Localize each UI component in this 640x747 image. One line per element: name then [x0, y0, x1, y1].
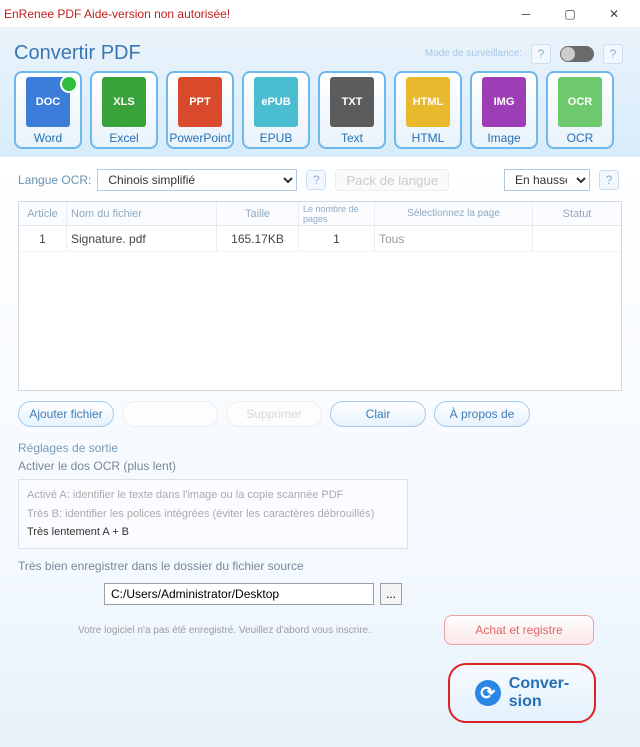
browse-button[interactable]: ... [380, 583, 402, 605]
main-panel: Langue OCR: Chinois simplifié ? Pack de … [0, 157, 640, 747]
table-header: Article Nom du fichier Taille Le nombre … [19, 202, 621, 226]
format-excel[interactable]: XLSExcel [90, 71, 158, 149]
format-list: DOCWord XLSExcel PPTPowerPoint ePUBEPUB … [14, 71, 626, 149]
ocr-option-b[interactable]: Très B: identifier les polices intégrées… [27, 505, 399, 524]
close-button[interactable]: ✕ [592, 0, 636, 28]
format-epub[interactable]: ePUBEPUB [242, 71, 310, 149]
button-2[interactable] [122, 401, 218, 427]
table-row[interactable]: 1 Signature. pdf 165.17KB 1 Tous [19, 226, 621, 252]
img-icon: IMG [482, 77, 526, 127]
help-icon-4[interactable]: ? [599, 170, 619, 190]
about-button[interactable]: À propos de [434, 401, 530, 427]
maximize-button[interactable]: ▢ [548, 0, 592, 28]
ocr-option-ab[interactable]: Très lentement A + B [27, 523, 399, 542]
header: Convertir PDF Mode de surveillance: ? ? … [0, 28, 640, 157]
language-pack-button[interactable]: Pack de langue [335, 169, 449, 191]
doc-icon: DOC [26, 77, 70, 127]
format-word[interactable]: DOCWord [14, 71, 82, 149]
ocr-icon: OCR [558, 77, 602, 127]
window-title: EnRenee PDF Aide-version non autorisée! [4, 7, 504, 21]
titlebar: EnRenee PDF Aide-version non autorisée! … [0, 0, 640, 28]
convert-button[interactable]: ⟳ Conver-sion [448, 663, 596, 723]
ocr-language-label: Langue OCR: [18, 173, 91, 187]
buy-register-button[interactable]: Achat et registre [444, 615, 594, 645]
convert-icon: ⟳ [475, 680, 501, 706]
enable-ocr-label: Activer le dos OCR (plus lent) [18, 459, 622, 473]
add-file-button[interactable]: Ajouter fichier [18, 401, 114, 427]
format-text[interactable]: TXTText [318, 71, 386, 149]
col-article: Article [19, 202, 67, 225]
format-ocr[interactable]: OCROCR [546, 71, 614, 149]
col-pages: Le nombre de pages [299, 202, 375, 225]
clear-button[interactable]: Clair [330, 401, 426, 427]
ocr-option-a[interactable]: Activé A: identifier le texte dans l'ima… [27, 486, 399, 505]
output-path-input[interactable] [104, 583, 374, 605]
col-status: Statut [533, 202, 621, 225]
minimize-button[interactable]: ─ [504, 0, 548, 28]
register-notice: Votre logiciel n'a pas été enregistré. V… [78, 625, 371, 636]
help-icon-2[interactable]: ? [603, 44, 623, 64]
xls-icon: XLS [102, 77, 146, 127]
col-select-page: Sélectionnez la page [375, 202, 533, 225]
ppt-icon: PPT [178, 77, 222, 127]
mode-label: Mode de surveillance: [425, 48, 522, 59]
txt-icon: TXT [330, 77, 374, 127]
format-html[interactable]: HTMLHTML [394, 71, 462, 149]
format-image[interactable]: IMGImage [470, 71, 538, 149]
help-icon[interactable]: ? [531, 44, 551, 64]
ocr-options-box: Activé A: identifier le texte dans l'ima… [18, 479, 408, 549]
save-source-label: Très bien enregistrer dans le dossier du… [18, 559, 622, 573]
file-table: Article Nom du fichier Taille Le nombre … [18, 201, 622, 391]
mode-toggle[interactable] [560, 46, 594, 62]
col-size: Taille [217, 202, 299, 225]
output-settings-title: Réglages de sortie [18, 441, 622, 455]
col-filename: Nom du fichier [67, 202, 217, 225]
remove-button[interactable]: Supprimer [226, 401, 322, 427]
direction-select[interactable]: En hausse [504, 169, 590, 191]
page-title: Convertir PDF [14, 42, 425, 65]
html-icon: HTML [406, 77, 450, 127]
format-powerpoint[interactable]: PPTPowerPoint [166, 71, 234, 149]
ocr-language-select[interactable]: Chinois simplifié [97, 169, 297, 191]
epub-icon: ePUB [254, 77, 298, 127]
help-icon-3[interactable]: ? [306, 170, 326, 190]
